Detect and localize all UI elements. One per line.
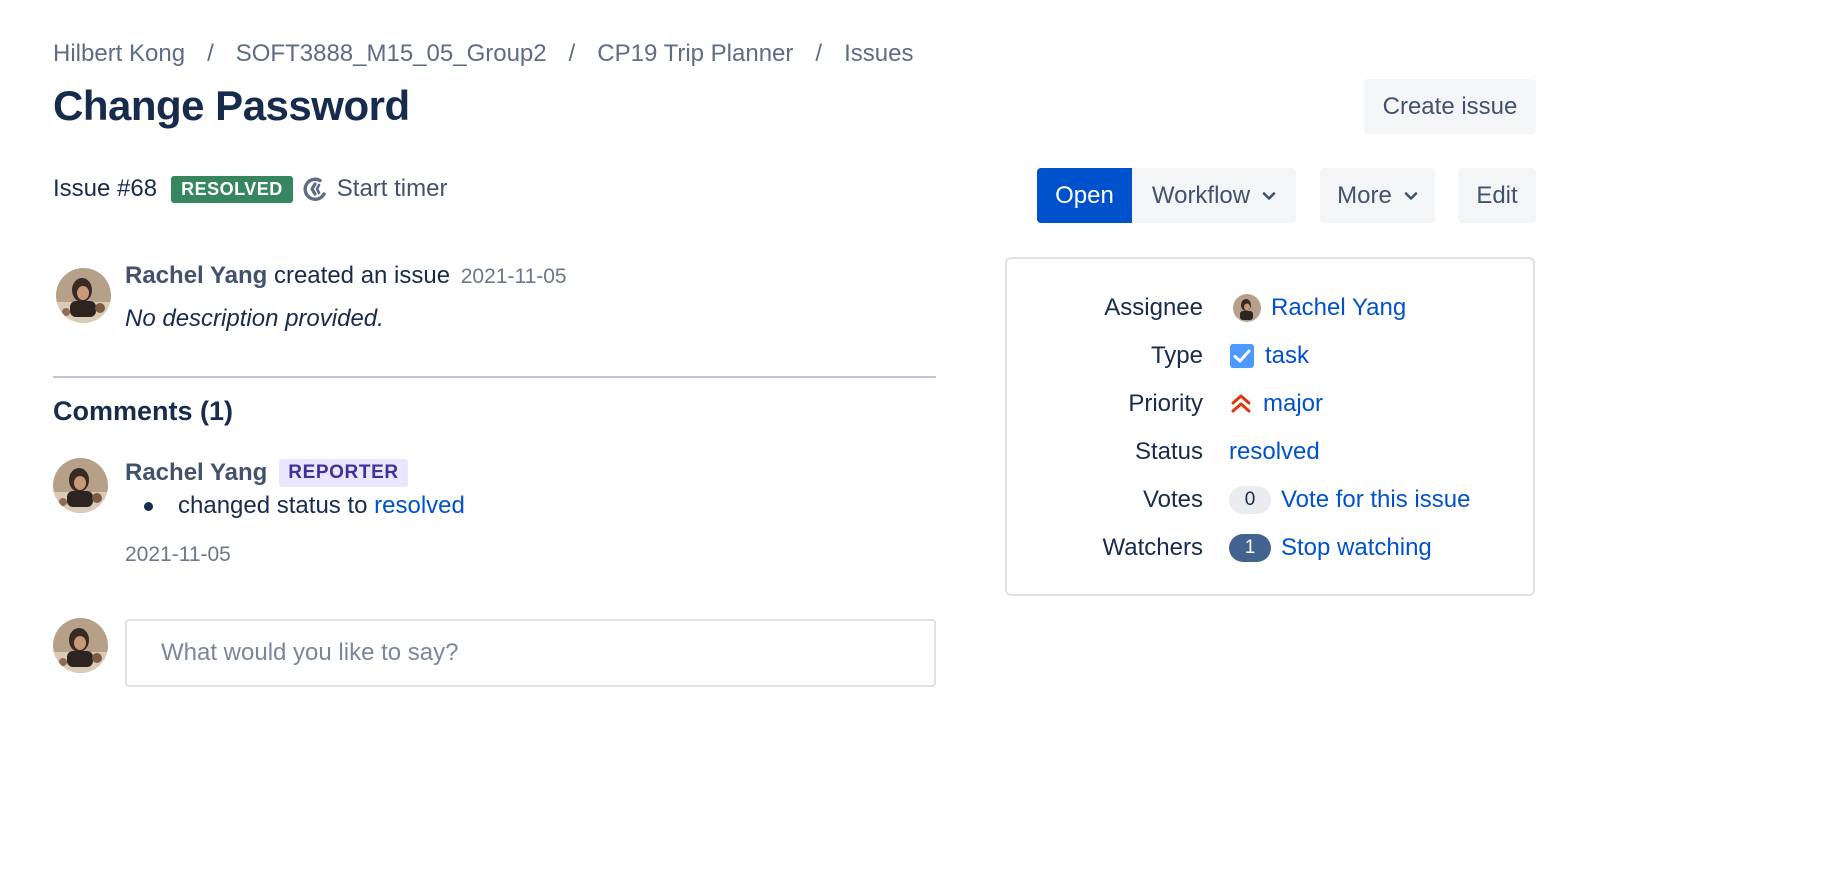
comment-body: changed status to resolved: [125, 492, 465, 520]
reporter-badge: REPORTER: [279, 459, 408, 487]
status-label: Status: [1134, 438, 1203, 465]
watchers-count: 1: [1229, 534, 1271, 562]
more-dropdown[interactable]: More: [1320, 168, 1435, 223]
watchers-label: Watchers: [1102, 534, 1203, 561]
breadcrumb: Hilbert Kong / SOFT3888_M15_05_Group2 / …: [53, 38, 913, 70]
priority-value: major: [1229, 390, 1323, 418]
issue-details-panel: Assignee Rachel Yang Type task Priority: [1005, 257, 1535, 596]
watchers-row: Watchers 1 Stop watching: [1007, 530, 1533, 566]
vote-link[interactable]: Vote for this issue: [1281, 486, 1470, 514]
open-button[interactable]: Open: [1037, 168, 1132, 223]
breadcrumb-repository[interactable]: CP19 Trip Planner: [597, 40, 793, 68]
votes-row: Votes 0 Vote for this issue: [1007, 482, 1533, 518]
create-issue-button[interactable]: Create issue: [1364, 79, 1536, 134]
page-title: Change Password: [53, 82, 410, 129]
comments-heading: Comments (1): [53, 396, 234, 426]
comment-date[interactable]: 2021-11-05: [125, 543, 231, 567]
double-chevron-up-icon: [1231, 394, 1251, 413]
divider: [53, 376, 936, 378]
issue-description: No description provided.: [125, 305, 384, 332]
type-label: Type: [1150, 342, 1203, 369]
issue-number: Issue #68: [53, 175, 158, 202]
activity-author[interactable]: Rachel Yang: [125, 262, 267, 289]
breadcrumb-group[interactable]: SOFT3888_M15_05_Group2: [236, 40, 547, 68]
comment-author[interactable]: Rachel Yang: [125, 459, 267, 487]
more-label: More: [1337, 181, 1392, 209]
edit-button[interactable]: Edit: [1458, 168, 1536, 223]
activity-entry: Rachel Yang created an issue 2021-11-05: [125, 262, 567, 290]
current-user-avatar: [53, 618, 108, 673]
status-link[interactable]: resolved: [374, 492, 465, 520]
priority-row: Priority major: [1007, 386, 1533, 422]
comment-text: changed status to: [178, 492, 368, 519]
priority-label: Priority: [1128, 390, 1203, 417]
workflow-dropdown[interactable]: Workflow: [1132, 168, 1296, 223]
assignee-avatar: [1233, 294, 1261, 322]
votes-value: 0 Vote for this issue: [1229, 486, 1470, 514]
avatar-photo: [56, 268, 111, 323]
watchers-value: 1 Stop watching: [1229, 534, 1432, 562]
timer-icon: [303, 177, 326, 201]
status-link[interactable]: resolved: [1229, 438, 1320, 466]
breadcrumb-separator: /: [815, 40, 823, 67]
type-link[interactable]: task: [1265, 342, 1309, 370]
breadcrumb-separator: /: [568, 40, 576, 67]
activity-date: 2021-11-05: [460, 265, 567, 288]
status-row: Status resolved: [1007, 434, 1533, 470]
activity-action: created an issue: [273, 262, 451, 289]
stop-watching-link[interactable]: Stop watching: [1281, 534, 1432, 562]
checkbox-icon: [1230, 344, 1254, 368]
chevron-down-icon: [1404, 191, 1418, 200]
issue-meta: Issue #68 RESOLVED Start timer: [53, 171, 447, 207]
type-row: Type task: [1007, 338, 1533, 374]
bullet-point: [144, 501, 153, 511]
breadcrumb-issues[interactable]: Issues: [844, 40, 913, 68]
type-value: task: [1229, 342, 1309, 370]
assignee-link[interactable]: Rachel Yang: [1271, 294, 1406, 322]
avatar[interactable]: [53, 458, 108, 513]
votes-count: 0: [1229, 486, 1271, 514]
comment-header: Rachel Yang REPORTER: [125, 459, 408, 487]
assignee-label: Assignee: [1104, 294, 1203, 321]
avatar[interactable]: [56, 268, 111, 323]
breadcrumb-separator: /: [207, 40, 214, 67]
assignee-value: Rachel Yang: [1233, 294, 1406, 322]
comment-input[interactable]: [125, 619, 936, 687]
start-timer-label: Start timer: [336, 175, 448, 202]
chevron-down-icon: [1262, 191, 1276, 200]
breadcrumb-user[interactable]: Hilbert Kong: [53, 40, 185, 68]
assignee-row: Assignee Rachel Yang: [1007, 290, 1533, 326]
avatar-photo: [1233, 294, 1261, 322]
avatar-photo: [53, 458, 108, 513]
start-timer-button[interactable]: Start timer: [301, 175, 448, 203]
status-value: resolved: [1229, 438, 1320, 466]
avatar-photo: [53, 618, 108, 673]
workflow-label: Workflow: [1151, 181, 1251, 209]
votes-label: Votes: [1142, 486, 1203, 513]
status-badge: RESOLVED: [171, 175, 293, 203]
priority-link[interactable]: major: [1263, 390, 1323, 418]
